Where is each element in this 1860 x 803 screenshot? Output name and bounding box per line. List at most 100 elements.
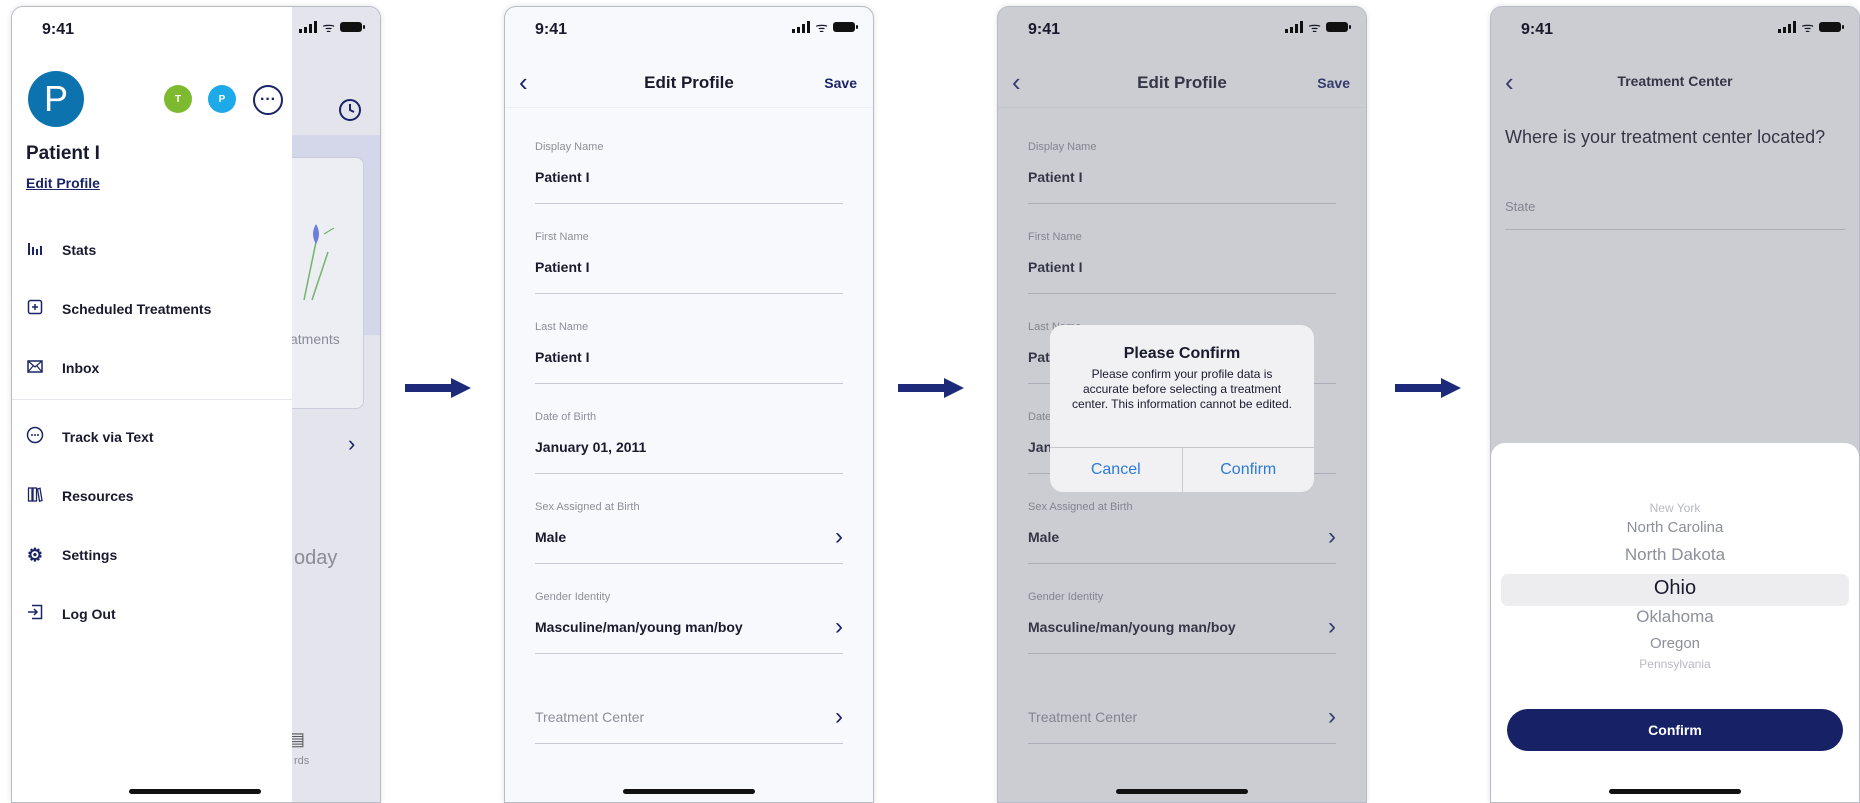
phone-screen-confirm-dialog: 9:41 ᯤ ‹ Edit Profile Save Display Name … [997, 6, 1367, 803]
status-icons: ᯤ [299, 19, 365, 35]
side-drawer: P T P ··· Patient I Edit Profile Stats S… [12, 7, 292, 802]
background-treatments-text: atments [290, 331, 340, 347]
more-horizontal-icon[interactable]: ··· [253, 85, 283, 115]
treatment-center-field[interactable]: Treatment Center › [535, 681, 843, 744]
display-name-field[interactable]: Display Name Patient I [535, 141, 843, 204]
picker-option[interactable]: Pennsylvania [1491, 657, 1859, 671]
picker-option[interactable]: Oregon [1491, 635, 1859, 652]
avatar[interactable]: P [28, 71, 84, 127]
background-today-text: oday [294, 547, 338, 569]
picker-option[interactable]: North Carolina [1491, 519, 1859, 536]
menu-item-resources[interactable]: Resources [26, 481, 276, 511]
signal-icon [1778, 21, 1797, 33]
status-icons: ᯤ [1778, 19, 1844, 35]
wifi-icon: ᯤ [322, 19, 335, 35]
bar-chart-icon [26, 241, 44, 259]
status-time: 9:41 [1521, 21, 1554, 38]
logout-icon [26, 604, 44, 624]
wifi-icon: ᯤ [1801, 19, 1814, 35]
battery-icon [1326, 22, 1351, 32]
nav-header: ‹ Edit Profile Save [505, 59, 873, 109]
phone-screen-edit-profile: 9:41 ᯤ ‹ Edit Profile Save Display Name … [504, 6, 874, 803]
menu-item-stats[interactable]: Stats [26, 235, 276, 265]
alert-title: Please Confirm [1123, 345, 1241, 362]
header-divider [505, 107, 873, 108]
menu-item-track-via-text[interactable]: Track via Text [26, 422, 276, 452]
field-value: January 01, 2011 [535, 439, 647, 455]
picker-option[interactable]: New York [1491, 501, 1859, 515]
field-value: Masculine/man/young man/boy [535, 619, 743, 635]
alert-buttons: Cancel Confirm [1050, 447, 1314, 492]
confirm-button[interactable]: Confirm [1181, 448, 1315, 492]
status-time: 9:41 [535, 21, 568, 38]
background-records-text: rds [294, 755, 310, 767]
background-chevron-icon: › [348, 431, 356, 456]
field-value: Male [535, 529, 567, 545]
home-indicator [129, 789, 261, 794]
status-time: 9:41 [42, 21, 75, 38]
menu-label-scheduled-treatments: Scheduled Treatments [62, 301, 212, 317]
date-of-birth-field[interactable]: Date of Birth January 01, 2011 [535, 411, 843, 474]
field-label: Date of Birth [535, 411, 597, 423]
status-icons: ᯤ [792, 19, 858, 35]
calendar-plus-icon [26, 299, 44, 319]
first-name-field[interactable]: First Name Patient I [535, 231, 843, 294]
battery-icon [833, 22, 858, 32]
sex-assigned-field[interactable]: Sex Assigned at Birth Male › [535, 501, 843, 564]
home-indicator [1116, 789, 1248, 794]
signal-icon [299, 21, 318, 33]
menu-item-scheduled-treatments[interactable]: Scheduled Treatments [26, 294, 276, 324]
page-title: Edit Profile [644, 73, 734, 92]
confirm-alert: Please Confirm Please confirm your profi… [1050, 325, 1314, 492]
field-label: Display Name [535, 141, 604, 153]
cancel-button[interactable]: Cancel [1050, 448, 1182, 492]
status-bar: 9:41 ᯤ [1491, 7, 1859, 55]
state-picker-sheet: New York North Carolina North Dakota Ohi… [1491, 443, 1859, 802]
status-bar: 9:41 ᯤ [12, 7, 380, 55]
flow-arrow-icon [405, 378, 471, 398]
signal-icon [1285, 21, 1304, 33]
save-button[interactable]: Save [824, 75, 857, 91]
phone-screen-treatment-center: 9:41 ᯤ ‹ Treatment Center Where is your … [1490, 6, 1860, 803]
phone-screen-menu: atments › oday ▤ rds 9:41 ᯤ P T P ··· Pa… [11, 6, 381, 803]
field-label: Sex Assigned at Birth [535, 501, 640, 513]
menu-item-settings[interactable]: ⚙ Settings [26, 540, 276, 570]
flower-illustration [303, 224, 335, 301]
envelope-icon [26, 359, 44, 377]
picker-option[interactable]: Oklahoma [1491, 607, 1859, 627]
menu-label-track-via-text: Track via Text [62, 429, 154, 445]
confirm-button[interactable]: Confirm [1507, 709, 1843, 751]
edit-profile-link[interactable]: Edit Profile [26, 175, 100, 191]
wifi-icon: ᯤ [815, 19, 828, 35]
battery-icon [340, 22, 365, 32]
picker-selected-option[interactable]: Ohio [1491, 577, 1859, 600]
menu-label-settings: Settings [62, 547, 118, 563]
chevron-right-icon: › [835, 703, 843, 730]
menu-label-inbox: Inbox [62, 360, 100, 376]
field-label: Gender Identity [535, 591, 611, 603]
status-icons: ᯤ [1285, 19, 1351, 35]
status-time: 9:41 [1028, 21, 1061, 38]
field-value: Patient I [535, 169, 590, 185]
battery-icon [1819, 22, 1844, 32]
flow-arrow-icon [898, 378, 964, 398]
status-bar: 9:41 ᯤ [505, 7, 873, 55]
chevron-right-icon: › [835, 523, 843, 550]
badge-t[interactable]: T [164, 85, 192, 113]
gender-identity-field[interactable]: Gender Identity Masculine/man/young man/… [535, 591, 843, 654]
menu-item-inbox[interactable]: Inbox [26, 353, 276, 383]
picker-option[interactable]: North Dakota [1491, 545, 1859, 565]
signal-icon [792, 21, 811, 33]
menu-label-log-out: Log Out [62, 606, 116, 622]
flow-arrow-icon [1395, 378, 1461, 398]
badge-p[interactable]: P [208, 85, 236, 113]
patient-name: Patient I [26, 143, 100, 164]
menu-label-resources: Resources [62, 488, 134, 504]
alert-message: Please confirm your profile data is accu… [1072, 367, 1292, 411]
home-indicator [1609, 789, 1741, 794]
books-icon [26, 486, 44, 506]
last-name-field[interactable]: Last Name Patient I [535, 321, 843, 384]
field-label: First Name [535, 231, 589, 243]
wifi-icon: ᯤ [1308, 19, 1321, 35]
menu-item-log-out[interactable]: Log Out [26, 599, 276, 629]
